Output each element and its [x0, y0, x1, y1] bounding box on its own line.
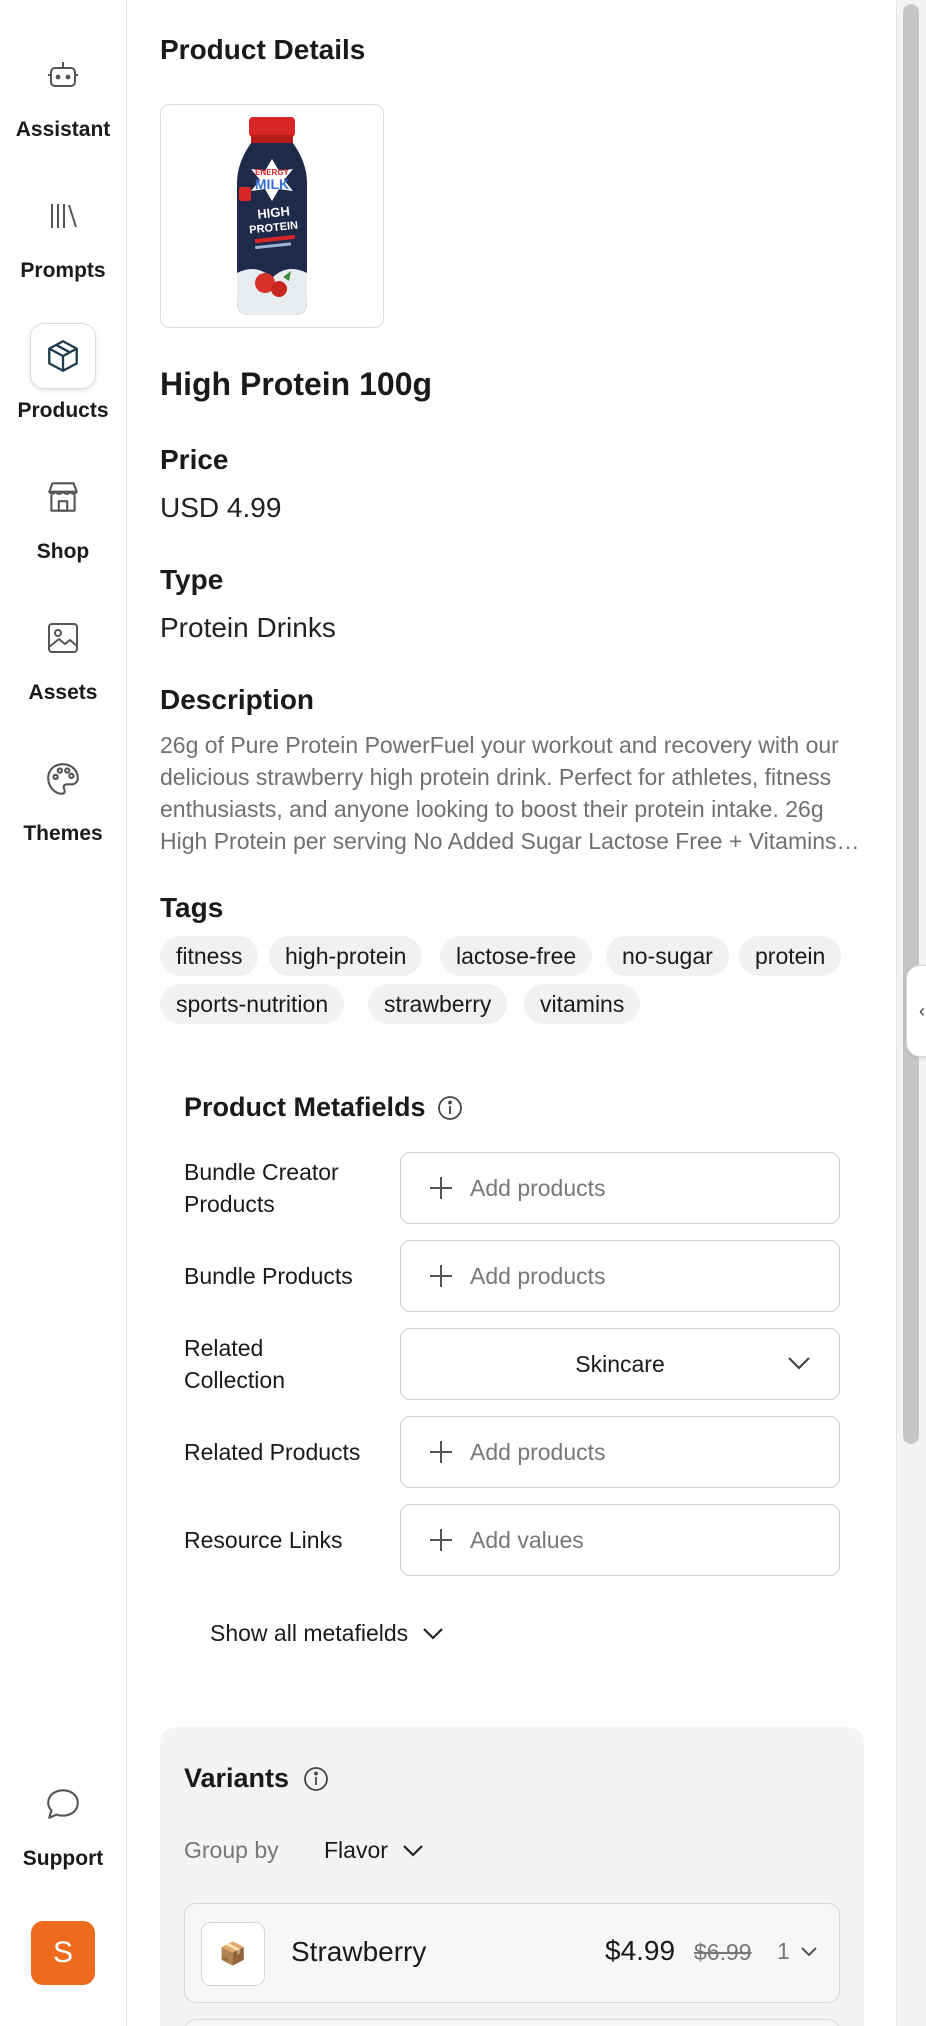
tag-chip: no-sugar — [606, 936, 729, 976]
sidebar-item-themes[interactable]: Themes — [0, 746, 126, 846]
product-name: High Protein 100g — [160, 366, 433, 402]
chevron-down-icon — [423, 1627, 443, 1640]
metafields-title: Product Metafields — [184, 1092, 426, 1122]
plus-icon — [430, 1177, 452, 1199]
tags-label: Tags — [160, 892, 224, 923]
tag-chip: protein — [739, 936, 842, 976]
metafield-label-bundle-products: Bundle Products — [184, 1263, 353, 1289]
sidebar-item-label: Assistant — [15, 118, 111, 141]
collapse-panel-button[interactable]: ‹ — [906, 965, 926, 1057]
tag-chip: strawberry — [368, 984, 508, 1024]
group-by-value: Flavor — [324, 1837, 388, 1863]
product-image[interactable]: ENERGY MILK HIGH PROTEIN — [160, 104, 384, 328]
package-icon: 📦 — [201, 1922, 265, 1986]
group-by-select[interactable]: Flavor — [324, 1837, 424, 1864]
avatar-letter: S — [52, 1936, 73, 1969]
avatar[interactable]: S — [31, 1921, 95, 1985]
related-collection-select[interactable]: Skincare — [400, 1328, 840, 1400]
tag-chip: fitness — [160, 936, 259, 976]
description-label: Description — [160, 684, 315, 715]
variants-title: Variants — [184, 1763, 290, 1793]
variant-quantity: 1 — [777, 1938, 790, 1964]
sidebar-item-prompts[interactable]: Prompts — [0, 183, 126, 283]
scrollbar-thumb[interactable] — [903, 4, 919, 1444]
field-placeholder: Add products — [470, 1174, 606, 1201]
plus-icon — [430, 1265, 452, 1287]
related-products-field[interactable]: Add products — [400, 1416, 840, 1488]
palette-icon — [30, 746, 96, 812]
chevron-left-icon: ‹ — [919, 1000, 925, 1021]
info-icon[interactable] — [436, 1094, 464, 1127]
field-placeholder: Add products — [470, 1262, 606, 1289]
bundle-creator-products-field[interactable]: Add products — [400, 1152, 840, 1224]
tag-chip: lactose-free — [440, 936, 593, 976]
group-by-label: Group by — [184, 1837, 279, 1863]
type-value: Protein Drinks — [160, 612, 336, 643]
variant-name: Strawberry — [291, 1936, 427, 1967]
sidebar-item-label: Assets — [28, 681, 98, 704]
tag-chip: high-protein — [269, 936, 423, 976]
field-placeholder: Add values — [470, 1526, 584, 1553]
library-icon — [30, 183, 96, 249]
bottle-milk-text: MILK — [255, 176, 289, 192]
bundle-products-field[interactable]: Add products — [400, 1240, 840, 1312]
plus-icon — [430, 1529, 452, 1551]
sidebar-item-shop[interactable]: Shop — [0, 464, 126, 564]
product-description: 26g of Pure Protein PowerFuel your worko… — [160, 732, 860, 854]
price-label: Price — [160, 444, 229, 475]
sidebar: Assistant Prompts Products Shop Assets T… — [0, 0, 127, 2026]
sidebar-item-label: Themes — [23, 822, 103, 845]
sidebar-item-products[interactable]: Products — [0, 323, 126, 423]
chat-bubble-icon — [30, 1771, 96, 1837]
box-icon — [30, 323, 96, 389]
variant-quantity-select[interactable]: 1 — [777, 1938, 818, 1965]
type-label: Type — [160, 564, 224, 595]
metafield-label-bundle-creator: Bundle Creator Products — [184, 1159, 339, 1217]
variant-compare-price: $6.99 — [694, 1939, 752, 1965]
page-title: Product Details — [160, 34, 366, 65]
sidebar-item-assistant[interactable]: Assistant — [0, 42, 126, 142]
sidebar-item-label: Support — [22, 1847, 104, 1870]
show-all-metafields-button[interactable]: Show all metafields — [210, 1620, 444, 1647]
chevron-down-icon — [788, 1357, 810, 1370]
sidebar-item-label: Shop — [36, 540, 90, 563]
plus-icon — [430, 1441, 452, 1463]
sidebar-item-support[interactable]: Support — [0, 1771, 126, 1871]
variants-panel: Variants Group by Flavor 📦 Strawberry $4… — [160, 1727, 864, 2026]
chevron-down-icon — [801, 1946, 817, 1956]
tag-chip: vitamins — [524, 984, 641, 1024]
image-icon — [30, 605, 96, 671]
variant-row[interactable]: 📦 Strawberry $4.99 $6.99 1 — [184, 1903, 840, 2003]
metafield-label-related-products: Related Products — [184, 1439, 361, 1465]
variant-row[interactable] — [184, 2019, 840, 2026]
product-bottle-image: ENERGY MILK HIGH PROTEIN — [237, 117, 307, 315]
select-value: Skincare — [575, 1350, 665, 1377]
resource-links-field[interactable]: Add values — [400, 1504, 840, 1576]
robot-icon — [30, 42, 96, 108]
store-icon — [30, 464, 96, 530]
sidebar-item-assets[interactable]: Assets — [0, 605, 126, 705]
show-all-label: Show all metafields — [210, 1620, 409, 1646]
metafield-label-related-collection: Related Collection — [184, 1335, 285, 1393]
info-icon[interactable] — [302, 1765, 330, 1798]
sidebar-item-label: Prompts — [20, 259, 106, 282]
price-value: USD 4.99 — [160, 492, 282, 523]
sidebar-item-label: Products — [17, 399, 109, 422]
metafield-label-resource-links: Resource Links — [184, 1527, 343, 1553]
variant-price: $4.99 — [605, 1935, 676, 1966]
chevron-down-icon — [403, 1844, 423, 1857]
tag-chip: sports-nutrition — [160, 984, 345, 1024]
field-placeholder: Add products — [470, 1438, 606, 1465]
